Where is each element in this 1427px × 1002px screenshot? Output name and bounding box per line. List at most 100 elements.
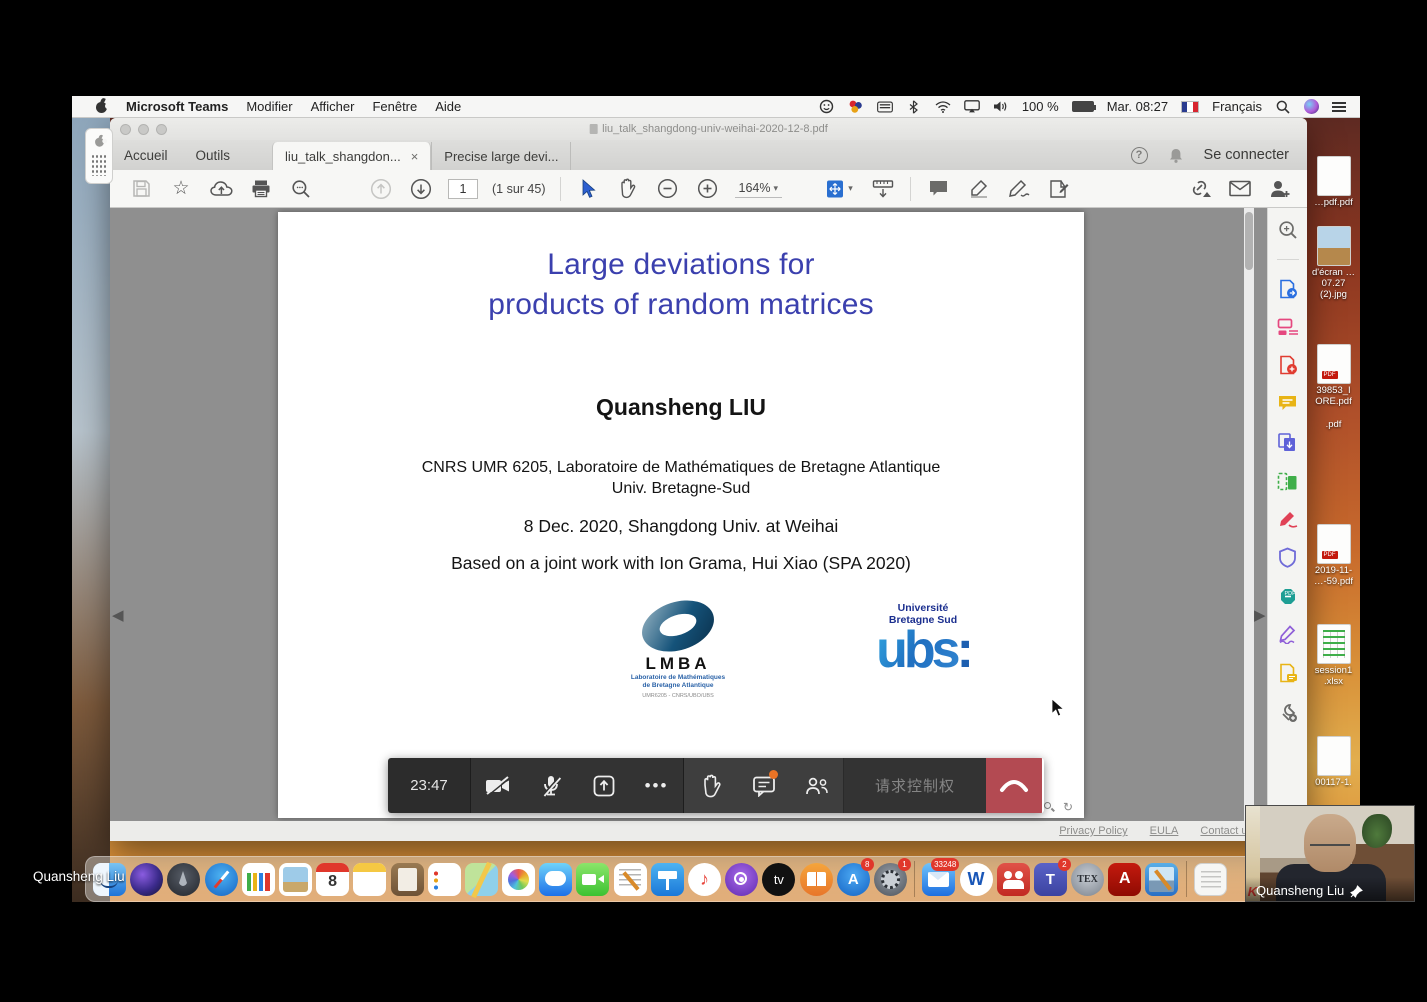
dock-textedit-icon[interactable] [614,863,647,896]
pdf-page[interactable]: Large deviations for products of random … [278,212,1084,818]
eula-link[interactable]: EULA [1150,825,1179,837]
window-controls[interactable] [110,124,167,135]
tool-request-signatures-icon[interactable] [1278,663,1298,683]
tool-more-tools-icon[interactable] [1277,702,1298,723]
request-control-button[interactable]: 请求控制权 [844,758,986,813]
minimize-window-button[interactable] [138,124,149,135]
measure-tool-icon[interactable] [870,176,896,202]
tool-organize-pages-icon[interactable] [1277,318,1299,336]
spotlight-search-icon[interactable] [1275,99,1291,115]
dock-safari-icon[interactable] [205,863,238,896]
menu-app-name[interactable]: Microsoft Teams [126,99,228,114]
page-display-options-icon[interactable]: ▾ [822,176,856,202]
menu-modifier[interactable]: Modifier [246,99,292,114]
privacy-policy-link[interactable]: Privacy Policy [1059,825,1127,837]
help-icon[interactable]: ? [1131,147,1148,164]
tab-tools[interactable]: Outils [182,140,245,170]
siri-icon[interactable] [1304,99,1319,114]
tab-document-1[interactable]: liu_talk_shangdon... × [272,142,431,170]
desktop-file[interactable]: 00117-1. [1307,736,1360,789]
zoom-out-icon[interactable] [655,176,681,202]
dock-meeting-app-icon[interactable] [997,863,1030,896]
status-app-colordots-icon[interactable] [848,99,864,115]
tool-compress-pdf-icon[interactable]: PDF [1277,587,1299,606]
marquee-zoom-icon[interactable] [1278,220,1298,240]
tool-create-pdf-icon[interactable] [1278,355,1298,375]
self-video-thumbnail[interactable]: K Quansheng Liu [1245,805,1415,902]
participants-button[interactable] [790,758,843,813]
desktop-file[interactable]: 2019-11- …-59.pdf [1307,524,1360,588]
input-language-label[interactable]: Français [1212,99,1262,114]
tab-home[interactable]: Accueil [110,140,182,170]
dock-books-icon[interactable] [800,863,833,896]
chat-button[interactable] [737,758,790,813]
email-icon[interactable] [1227,176,1253,202]
notifications-bell-icon[interactable] [1168,147,1184,164]
dock-stocks-icon[interactable] [242,863,275,896]
sign-in-button[interactable]: Se connecter [1204,147,1289,163]
tool-protect-icon[interactable] [1278,547,1297,568]
dock-launchpad-icon[interactable] [167,863,200,896]
dock-contacts-icon[interactable] [391,863,424,896]
floating-refresh-icon[interactable]: ↻ [1063,800,1073,814]
sign-pen-tool-icon[interactable] [1005,176,1031,202]
tool-edit-pdf-icon[interactable] [1277,472,1298,491]
dock-image-editor-icon[interactable] [1145,863,1178,896]
floating-zoom-icon[interactable] [1044,802,1055,813]
comment-tool-icon[interactable] [925,176,951,202]
desktop-file[interactable]: session1 .xlsx [1307,624,1360,688]
dock-siri-icon[interactable] [130,863,163,896]
dock-keynote-icon[interactable] [651,863,684,896]
status-bluetooth-icon[interactable] [906,99,922,115]
link-share-icon[interactable] [1187,176,1213,202]
status-volume-icon[interactable] [993,99,1009,115]
add-people-icon[interactable] [1267,176,1293,202]
battery-icon[interactable] [1072,101,1094,112]
desktop-file[interactable]: 39853_I ORE.pdf [1307,344,1360,408]
tool-export-pdf-icon[interactable] [1278,279,1298,299]
page-number-input[interactable] [448,179,478,199]
status-face-icon[interactable] [819,99,835,115]
share-tray-handle[interactable] [85,128,113,184]
pdf-content-area[interactable]: Large deviations for products of random … [110,208,1267,821]
status-display-mirroring-icon[interactable] [964,99,980,115]
dock-messages-icon[interactable] [539,863,572,896]
close-tab-icon[interactable]: × [411,149,419,164]
dock-facetime-icon[interactable] [576,863,609,896]
dock-settings-icon[interactable]: 1 [874,863,907,896]
close-window-button[interactable] [120,124,131,135]
dock-teams-icon[interactable]: T2 [1034,863,1067,896]
previous-page-arrow[interactable]: ◀ [112,606,124,624]
print-icon[interactable] [248,176,274,202]
zoom-in-icon[interactable] [695,176,721,202]
highlight-tool-icon[interactable] [965,176,991,202]
hand-tool-icon[interactable] [615,176,641,202]
tab-document-2[interactable]: Precise large devi... [431,142,571,170]
zoom-level-dropdown[interactable]: 164% ▾ [735,179,783,198]
status-wifi-icon[interactable] [935,99,951,115]
tool-combine-files-icon[interactable] [1277,432,1298,453]
apple-menu-icon[interactable] [95,99,108,114]
save-icon[interactable] [128,176,154,202]
dock-appstore-icon[interactable]: A8 [837,863,870,896]
dock-preview-icon[interactable] [279,863,312,896]
tool-comment-icon[interactable] [1277,394,1298,413]
dock-document-icon[interactable] [1194,863,1227,896]
notification-center-icon[interactable] [1332,102,1346,112]
next-page-arrow[interactable]: ▶ [1254,606,1266,624]
menu-fenetre[interactable]: Fenêtre [372,99,417,114]
dock-photos-icon[interactable] [502,863,535,896]
status-keyboard-icon[interactable] [877,99,893,115]
favorite-star-icon[interactable]: ☆ [168,176,194,202]
hang-up-button[interactable] [986,758,1042,813]
menu-clock[interactable]: Mar. 08:27 [1107,99,1168,114]
dock-mail-icon[interactable]: 33248 [922,863,955,896]
search-icon[interactable] [288,176,314,202]
more-options-button[interactable]: ••• [630,758,683,813]
select-tool-icon[interactable] [575,176,601,202]
tool-certificates-icon[interactable] [1277,625,1299,644]
camera-off-button[interactable] [471,758,524,813]
dock-music-icon[interactable]: ♪ [688,863,721,896]
tool-fill-sign-icon[interactable] [1277,510,1299,528]
menu-aide[interactable]: Aide [435,99,461,114]
